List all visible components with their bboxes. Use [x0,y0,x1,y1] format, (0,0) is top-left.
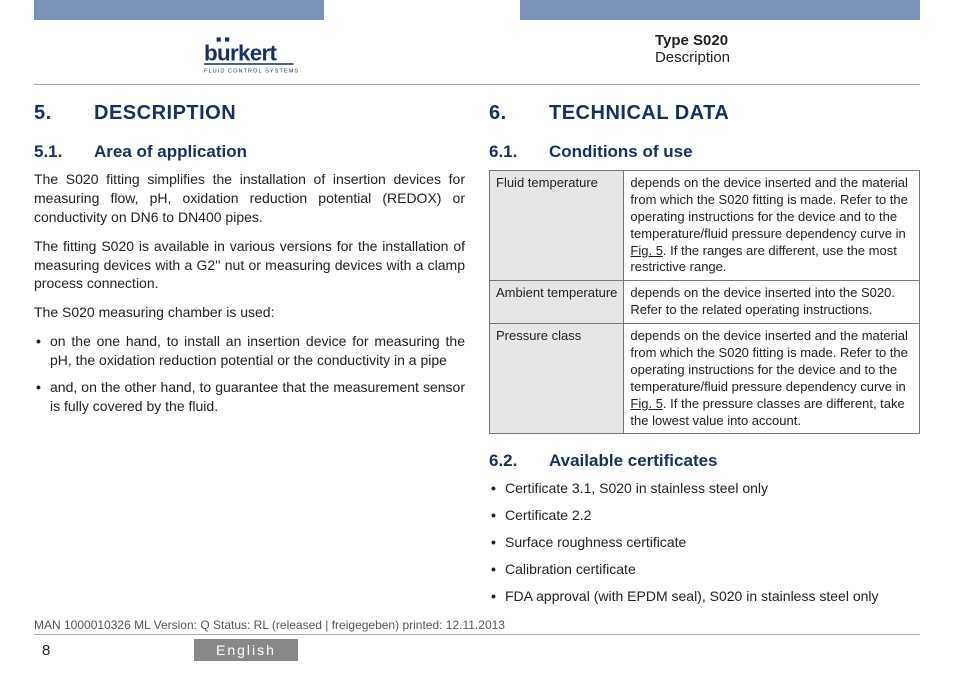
fig-5-link[interactable]: Fig. 5 [630,243,663,258]
cond-value-pressure-class: depends on the device inserted and the m… [624,324,920,434]
subsection-title: Conditions of use [549,142,693,161]
para-5-1-a: The S020 fitting simplifies the installa… [34,170,465,227]
chamber-uses-list: on the one hand, to install an insertion… [34,332,465,416]
right-column: 6.TECHNICAL DATA 6.1.Conditions of use F… [489,100,920,633]
cond-text: . If the ranges are different, use the m… [630,243,896,275]
page-body: 5.DESCRIPTION 5.1.Area of application Th… [34,100,920,633]
section-6-heading: 6.TECHNICAL DATA [489,100,920,127]
certificates-list: Certificate 3.1, S020 in stainless steel… [489,479,920,605]
svg-text:burkert: burkert [204,41,277,66]
cond-text: depends on the device inserted and the m… [630,328,908,394]
subsection-title: Area of application [94,142,247,161]
footer-meta: MAN 1000010326 ML Version: Q Status: RL … [34,618,920,635]
header-divider [34,84,920,85]
conditions-table: Fluid temperature depends on the device … [489,170,920,434]
page-number: 8 [34,642,194,659]
list-item: Calibration certificate [505,560,920,579]
page-header: burkert FLUID CONTROL SYSTEMS Type S020 … [0,32,954,87]
footer-bottom: 8 English [34,635,920,661]
cond-value-fluid-temp: depends on the device inserted and the m… [624,170,920,280]
section-5-1-heading: 5.1.Area of application [34,141,465,164]
cond-value-ambient-temp: depends on the device inserted into the … [624,281,920,324]
cond-label-fluid-temp: Fluid temperature [490,170,624,280]
section-6-2-heading: 6.2.Available certificates [489,450,920,473]
list-item: Certificate 2.2 [505,506,920,525]
svg-text:FLUID CONTROL SYSTEMS: FLUID CONTROL SYSTEMS [204,68,299,74]
cond-text: depends on the device inserted and the m… [630,175,908,241]
subsection-num: 6.1. [489,141,549,164]
subsection-num: 5.1. [34,141,94,164]
burkert-logo-icon: burkert FLUID CONTROL SYSTEMS [204,32,344,82]
top-bar-right [520,0,920,20]
para-5-1-b: The fitting S020 is available in various… [34,237,465,294]
list-item: Surface roughness certificate [505,533,920,552]
page-footer: MAN 1000010326 ML Version: Q Status: RL … [34,618,920,661]
section-5-heading: 5.DESCRIPTION [34,100,465,127]
subsection-title: Available certificates [549,451,718,470]
doc-meta: Type S020 Description [655,32,920,66]
left-column: 5.DESCRIPTION 5.1.Area of application Th… [34,100,465,633]
cond-text: . If the pressure classes are different,… [630,396,904,428]
top-decor [0,0,954,20]
section-title: TECHNICAL DATA [549,102,729,124]
section-num: 6. [489,100,549,127]
list-item: Certificate 3.1, S020 in stainless steel… [505,479,920,498]
table-row: Ambient temperature depends on the devic… [490,281,920,324]
para-5-1-c: The S020 measuring chamber is used: [34,303,465,322]
doc-type: Type S020 [655,32,730,49]
language-badge: English [194,639,298,661]
subsection-num: 6.2. [489,450,549,473]
top-bar-left [34,0,324,20]
fig-5-link[interactable]: Fig. 5 [630,396,663,411]
list-item: on the one hand, to install an insertion… [50,332,465,370]
list-item: and, on the other hand, to guarantee tha… [50,378,465,416]
doc-section-name: Description [655,49,730,66]
table-row: Pressure class depends on the device ins… [490,324,920,434]
brand-logo: burkert FLUID CONTROL SYSTEMS [34,32,344,87]
section-6-1-heading: 6.1.Conditions of use [489,141,920,164]
section-title: DESCRIPTION [94,102,236,124]
section-num: 5. [34,100,94,127]
table-row: Fluid temperature depends on the device … [490,170,920,280]
cond-label-ambient-temp: Ambient temperature [490,281,624,324]
list-item: FDA approval (with EPDM seal), S020 in s… [505,587,920,606]
cond-label-pressure-class: Pressure class [490,324,624,434]
